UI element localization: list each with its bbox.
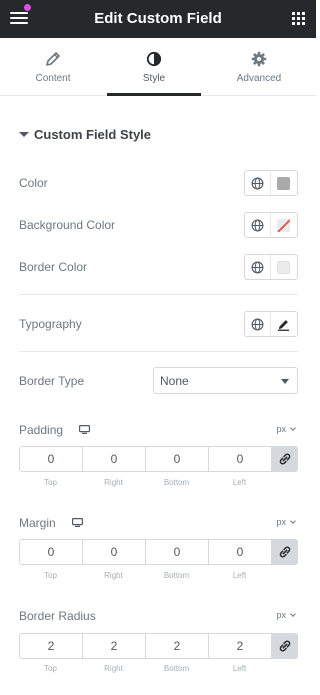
sub-label-bottom: Bottom (163, 571, 190, 580)
gear-icon (251, 51, 267, 67)
sub-label-bottom: Bottom (163, 664, 190, 673)
chevron-down-icon (290, 611, 296, 617)
border-radius-link-button[interactable] (272, 634, 297, 658)
color-picker-button[interactable] (270, 171, 297, 195)
link-icon (279, 453, 290, 465)
section-title: Custom Field Style (34, 127, 152, 142)
panel-title: Edit Custom Field (94, 10, 222, 27)
border-radius-sub-labels: Top Right Bottom Left (19, 664, 271, 673)
panel-tabs: Content Style Advanced (0, 38, 316, 96)
border-color-swatch (277, 260, 290, 274)
sub-label-bottom: Bottom (163, 478, 190, 487)
margin-label: Margin (19, 516, 56, 530)
padding-label: Padding (19, 423, 64, 437)
padding-top-input[interactable]: 0 (20, 447, 83, 471)
border-radius-inputs: 2 2 2 2 (19, 633, 298, 659)
border-color-label: Border Color (19, 260, 88, 274)
caret-down-icon (281, 379, 289, 384)
margin-link-button[interactable] (272, 540, 297, 564)
tab-advanced[interactable]: Advanced (212, 38, 306, 95)
border-radius-label: Border Radius (19, 609, 96, 623)
divider (19, 351, 298, 352)
border-color-picker-button[interactable] (270, 255, 297, 279)
desktop-icon[interactable] (79, 425, 90, 434)
border-radius-unit-select[interactable]: px (276, 610, 296, 620)
border-color-global-button[interactable] (245, 255, 271, 279)
color-control (244, 170, 298, 196)
chevron-down-icon (290, 518, 296, 524)
caret-down-icon (19, 132, 29, 137)
tab-content[interactable]: Content (6, 38, 100, 95)
color-swatch (277, 176, 290, 190)
globe-icon (251, 177, 264, 189)
link-icon (279, 640, 290, 652)
typography-global-button[interactable] (245, 312, 271, 336)
pencil-icon (46, 52, 60, 66)
tab-content-label: Content (35, 73, 71, 84)
color-label: Color (19, 176, 48, 190)
desktop-icon[interactable] (72, 518, 83, 527)
pencil-icon (277, 319, 290, 331)
globe-icon (251, 219, 264, 231)
background-color-global-button[interactable] (245, 213, 271, 237)
border-type-select[interactable]: None (153, 367, 298, 394)
border-radius-bottom-input[interactable]: 2 (146, 634, 209, 658)
typography-label: Typography (19, 317, 82, 331)
typography-edit-button[interactable] (270, 312, 297, 336)
margin-left-input[interactable]: 0 (209, 540, 272, 564)
apps-grid-icon[interactable] (292, 12, 305, 25)
globe-icon (251, 261, 264, 273)
border-radius-unit: px (276, 610, 286, 620)
panel-header: Edit Custom Field (0, 0, 316, 38)
border-type-value: None (160, 374, 189, 388)
sub-label-top: Top (44, 571, 57, 580)
margin-inputs: 0 0 0 0 (19, 539, 298, 565)
border-type-label: Border Type (19, 374, 85, 388)
tab-style[interactable]: Style (107, 38, 201, 96)
padding-inputs: 0 0 0 0 (19, 446, 298, 472)
padding-left-input[interactable]: 0 (209, 447, 272, 471)
chevron-down-icon (290, 425, 296, 431)
border-radius-right-input[interactable]: 2 (83, 634, 146, 658)
padding-unit-select[interactable]: px (276, 424, 296, 434)
background-color-picker-button[interactable] (270, 213, 297, 237)
sub-label-right: Right (104, 571, 123, 580)
globe-icon (251, 318, 264, 330)
divider (19, 294, 298, 295)
padding-link-button[interactable] (272, 447, 297, 471)
sub-label-right: Right (104, 478, 123, 487)
margin-top-input[interactable]: 0 (20, 540, 83, 564)
sub-label-top: Top (44, 478, 57, 487)
margin-sub-labels: Top Right Bottom Left (19, 571, 271, 580)
sub-label-left: Left (232, 664, 247, 673)
empty-color-swatch (277, 218, 290, 232)
color-global-button[interactable] (245, 171, 271, 195)
border-radius-top-input[interactable]: 2 (20, 634, 83, 658)
border-radius-left-input[interactable]: 2 (209, 634, 272, 658)
background-color-control (244, 212, 298, 238)
margin-unit: px (276, 517, 286, 527)
sub-label-top: Top (44, 664, 57, 673)
background-color-label: Background Color (19, 218, 116, 232)
link-icon (279, 546, 290, 558)
border-color-control (244, 254, 298, 280)
padding-bottom-input[interactable]: 0 (146, 447, 209, 471)
tab-advanced-label: Advanced (236, 73, 282, 84)
half-circle-icon (146, 51, 162, 67)
padding-sub-labels: Top Right Bottom Left (19, 478, 271, 487)
padding-unit: px (276, 424, 286, 434)
padding-right-input[interactable]: 0 (83, 447, 146, 471)
margin-unit-select[interactable]: px (276, 517, 296, 527)
sub-label-right: Right (104, 664, 123, 673)
margin-right-input[interactable]: 0 (83, 540, 146, 564)
sub-label-left: Left (232, 571, 247, 580)
tab-style-label: Style (142, 73, 166, 84)
sub-label-left: Left (232, 478, 247, 487)
margin-bottom-input[interactable]: 0 (146, 540, 209, 564)
typography-control (244, 311, 298, 337)
